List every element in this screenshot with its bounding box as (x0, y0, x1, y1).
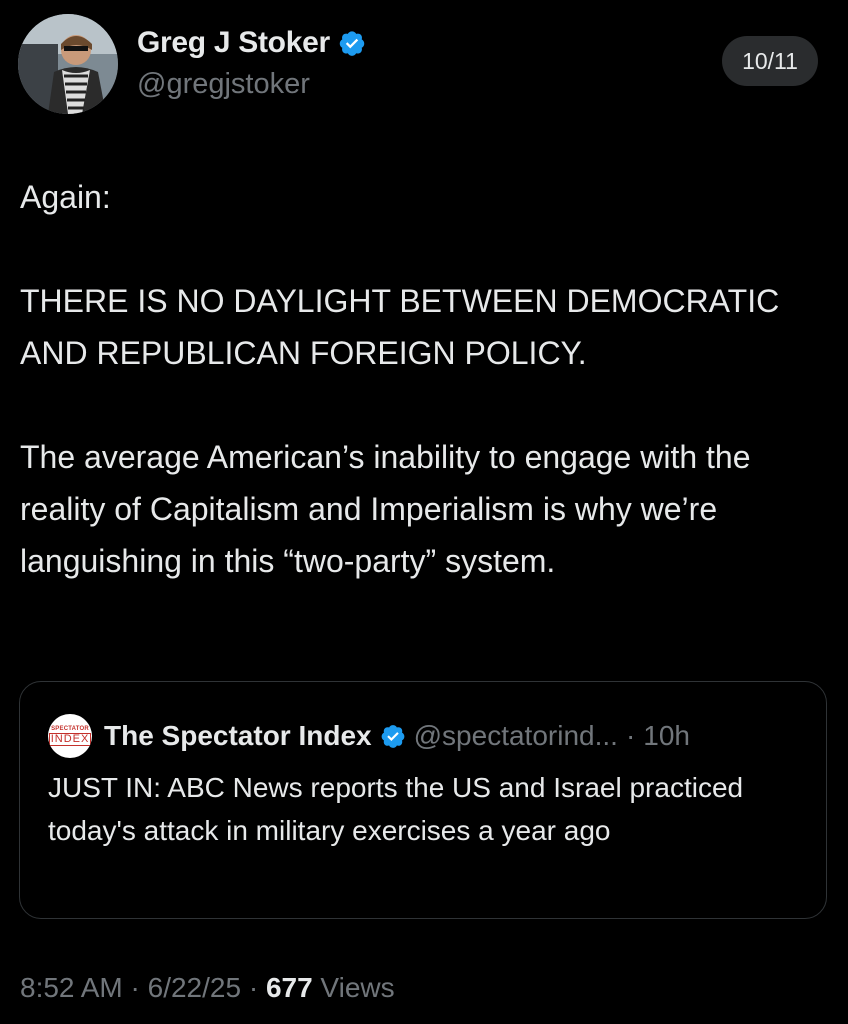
logo-text-bottom: INDEX (48, 733, 92, 746)
tweet-paragraph: The average American’s inability to enga… (20, 439, 751, 579)
tweet-paragraph: Again: (20, 179, 111, 215)
quoted-tweet-time[interactable]: 10h (643, 720, 690, 752)
views-count[interactable]: 677 (266, 972, 313, 1003)
logo-text-top: SPECTATOR (51, 726, 89, 732)
thread-counter-badge: 10/11 (722, 36, 818, 86)
tweet-body: Again: THERE IS NO DAYLIGHT BETWEEN DEMO… (20, 171, 830, 587)
quoted-author-avatar[interactable]: SPECTATOR INDEX (48, 714, 92, 758)
tweet-paragraph: THERE IS NO DAYLIGHT BETWEEN DEMOCRATIC … (20, 283, 780, 371)
quoted-tweet-card[interactable]: SPECTATOR INDEX The Spectator Index @spe… (19, 681, 827, 919)
quoted-tweet-header: SPECTATOR INDEX The Spectator Index @spe… (48, 714, 690, 758)
separator-dot: · (122, 972, 148, 1003)
quoted-author-handle[interactable]: @spectatorind... (414, 720, 618, 752)
separator-dot: · (241, 972, 266, 1003)
separator-dot: · (625, 720, 636, 751)
tweet-container: Greg J Stoker @gregjstoker 10/11 Again: … (0, 0, 848, 1024)
author-avatar[interactable] (18, 14, 118, 114)
tweet-time[interactable]: 8:52 AM (20, 972, 123, 1003)
author-handle[interactable]: @gregjstoker (137, 68, 310, 101)
quoted-author-name[interactable]: The Spectator Index (104, 720, 372, 752)
tweet-meta: 8:52 AM · 6/22/25 · 677 Views (20, 972, 395, 1004)
quoted-tweet-text: JUST IN: ABC News reports the US and Isr… (48, 772, 744, 846)
verified-badge-icon (338, 29, 366, 57)
author-display-name[interactable]: Greg J Stoker (137, 26, 330, 60)
verified-badge-icon (380, 723, 406, 749)
tweet-date[interactable]: 6/22/25 (148, 972, 241, 1003)
author-name-row: Greg J Stoker (137, 26, 366, 60)
views-label: Views (312, 972, 395, 1003)
